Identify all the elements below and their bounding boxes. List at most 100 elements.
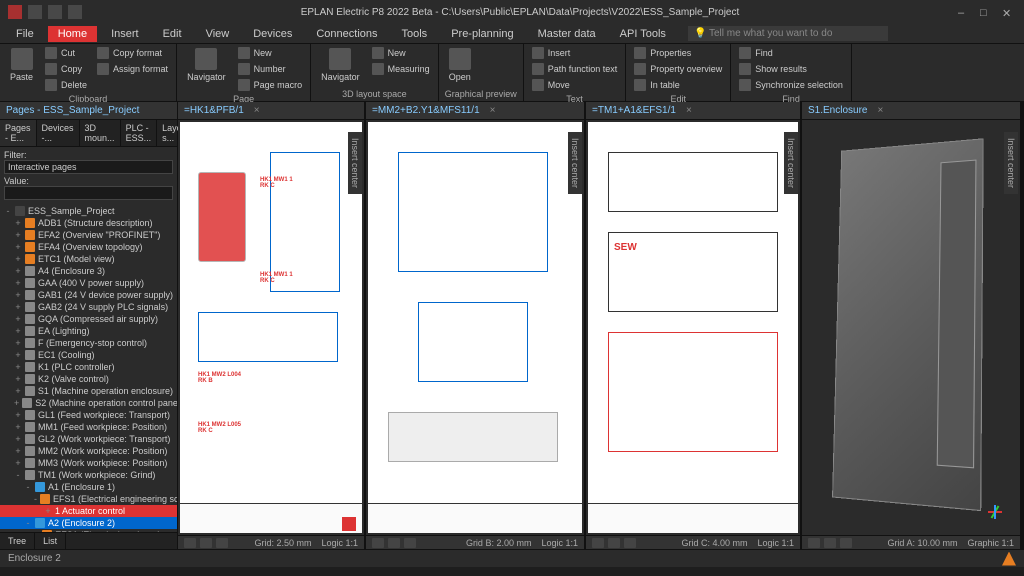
ribbon-new[interactable]: New [236, 46, 305, 60]
snap-icon[interactable] [840, 538, 852, 548]
ribbon-new[interactable]: New [370, 46, 432, 60]
ribbon-measuring[interactable]: Measuring [370, 62, 432, 76]
paste-button[interactable]: Paste [6, 46, 37, 84]
tree-item-23[interactable]: -EFS1 (Electrical engineering schematic) [0, 493, 177, 505]
close-tab-icon[interactable]: × [877, 105, 883, 116]
nav-tree[interactable]: -ESS_Sample_Project+ADB1 (Structure desc… [0, 203, 177, 532]
copy-format-button[interactable]: Copy format [95, 46, 170, 60]
copy-button[interactable]: Copy [43, 62, 89, 76]
close-tab-icon[interactable]: × [686, 105, 692, 116]
tree-item-18[interactable]: +GL2 (Work workpiece: Transport) [0, 433, 177, 445]
tree-item-10[interactable]: +F (Emergency-stop control) [0, 337, 177, 349]
pane-tab-3[interactable]: S1.Enclosure× [802, 102, 1020, 120]
open-button[interactable]: Open [445, 46, 475, 84]
pane-tab-2[interactable]: =TM1+A1&EFS1/1× [586, 102, 800, 120]
tree-item-4[interactable]: +A4 (Enclosure 3) [0, 265, 177, 277]
ribbon-properties[interactable]: Properties [632, 46, 724, 60]
tree-item-5[interactable]: +GAA (400 V power supply) [0, 277, 177, 289]
3d-navigator-button[interactable]: Navigator [317, 46, 364, 84]
page-navigator-button[interactable]: Navigator [183, 46, 230, 84]
qat-save-icon[interactable] [28, 5, 42, 19]
menu-home[interactable]: Home [48, 26, 97, 42]
delete-button[interactable]: Delete [43, 78, 89, 92]
menu-api tools[interactable]: API Tools [610, 26, 676, 42]
tree-root[interactable]: -ESS_Sample_Project [0, 205, 177, 217]
menu-tools[interactable]: Tools [392, 26, 438, 42]
tree-item-8[interactable]: +GQA (Compressed air supply) [0, 313, 177, 325]
close-tab-icon[interactable]: × [254, 105, 260, 116]
axis-gizmo-icon[interactable] [982, 497, 1010, 525]
ribbon-in-table[interactable]: In table [632, 78, 724, 92]
qat-redo-icon[interactable] [68, 5, 82, 19]
snap-icon[interactable] [216, 538, 228, 548]
nav-bot-tree[interactable]: Tree [0, 533, 35, 549]
close-tab-icon[interactable]: × [490, 105, 496, 116]
ribbon-path-function-text[interactable]: Path function text [530, 62, 620, 76]
grid-icon[interactable] [608, 538, 620, 548]
tree-item-22[interactable]: -A1 (Enclosure 1) [0, 481, 177, 493]
menu-view[interactable]: View [196, 26, 240, 42]
pane-tab-0[interactable]: =HK1&PFB/1× [178, 102, 364, 120]
menu-edit[interactable]: Edit [153, 26, 192, 42]
zoom-fit-icon[interactable] [184, 538, 196, 548]
value-input[interactable] [4, 186, 173, 200]
canvas-2[interactable]: Insert centerSEW [588, 122, 798, 533]
maximize-icon[interactable]: □ [980, 7, 990, 17]
insert-center-tab[interactable]: Insert center [568, 132, 582, 194]
snap-icon[interactable] [624, 538, 636, 548]
canvas-0[interactable]: Insert centerHK1 MW1 1RK CHK1 MW1 1RK CH… [180, 122, 362, 533]
ribbon-number[interactable]: Number [236, 62, 305, 76]
tree-item-3[interactable]: +ETC1 (Model view) [0, 253, 177, 265]
grid-icon[interactable] [824, 538, 836, 548]
tree-item-7[interactable]: +GAB2 (24 V supply PLC signals) [0, 301, 177, 313]
tree-item-25[interactable]: -A2 (Enclosure 2) [0, 517, 177, 529]
zoom-fit-icon[interactable] [592, 538, 604, 548]
insert-center-tab[interactable]: Insert center [1004, 132, 1018, 194]
menu-pre-planning[interactable]: Pre-planning [441, 26, 523, 42]
tree-item-11[interactable]: +EC1 (Cooling) [0, 349, 177, 361]
zoom-fit-icon[interactable] [808, 538, 820, 548]
menu-master data[interactable]: Master data [528, 26, 606, 42]
tell-me-search[interactable]: 💡 Tell me what you want to do [688, 26, 888, 41]
ribbon-move[interactable]: Move [530, 78, 620, 92]
assign-format-button[interactable]: Assign format [95, 62, 170, 76]
pane-tab-1[interactable]: =MM2+B2.Y1&MFS11/1× [366, 102, 584, 120]
tree-item-2[interactable]: +EFA4 (Overview topology) [0, 241, 177, 253]
nav-tab-2[interactable]: 3D moun... [80, 120, 121, 146]
grid-icon[interactable] [200, 538, 212, 548]
tree-item-0[interactable]: +ADB1 (Structure description) [0, 217, 177, 229]
ribbon-find[interactable]: Find [737, 46, 845, 60]
tree-item-13[interactable]: +K2 (Valve control) [0, 373, 177, 385]
canvas-3[interactable]: Insert center [804, 122, 1018, 533]
zoom-fit-icon[interactable] [372, 538, 384, 548]
insert-center-tab[interactable]: Insert center [348, 132, 362, 194]
filter-select[interactable] [4, 160, 173, 174]
tree-item-12[interactable]: +K1 (PLC controller) [0, 361, 177, 373]
snap-icon[interactable] [404, 538, 416, 548]
qat-undo-icon[interactable] [48, 5, 62, 19]
ribbon-property-overview[interactable]: Property overview [632, 62, 724, 76]
tree-item-16[interactable]: +GL1 (Feed workpiece: Transport) [0, 409, 177, 421]
tree-item-19[interactable]: +MM2 (Work workpiece: Position) [0, 445, 177, 457]
warning-icon[interactable] [1002, 552, 1016, 566]
nav-tab-1[interactable]: Devices -... [37, 120, 80, 146]
menu-devices[interactable]: Devices [243, 26, 302, 42]
tree-item-24[interactable]: +1 Actuator control [0, 505, 177, 517]
insert-center-tab[interactable]: Insert center [784, 132, 798, 194]
tree-item-15[interactable]: +S2 (Machine operation control panel) [0, 397, 177, 409]
tree-item-14[interactable]: +S1 (Machine operation enclosure) [0, 385, 177, 397]
cut-button[interactable]: Cut [43, 46, 89, 60]
menu-connections[interactable]: Connections [306, 26, 387, 42]
tree-item-1[interactable]: +EFA2 (Overview "PROFINET") [0, 229, 177, 241]
tree-item-20[interactable]: +MM3 (Work workpiece: Position) [0, 457, 177, 469]
canvas-1[interactable]: Insert center [368, 122, 582, 533]
close-icon[interactable]: ✕ [1002, 7, 1012, 17]
ribbon-show-results[interactable]: Show results [737, 62, 845, 76]
ribbon-insert[interactable]: Insert [530, 46, 620, 60]
menu-file[interactable]: File [6, 26, 44, 42]
menu-insert[interactable]: Insert [101, 26, 149, 42]
ribbon-page-macro[interactable]: Page macro [236, 78, 305, 92]
tree-item-6[interactable]: +GAB1 (24 V device power supply) [0, 289, 177, 301]
nav-tab-3[interactable]: PLC - ESS... [121, 120, 158, 146]
minimize-icon[interactable]: – [958, 7, 968, 17]
